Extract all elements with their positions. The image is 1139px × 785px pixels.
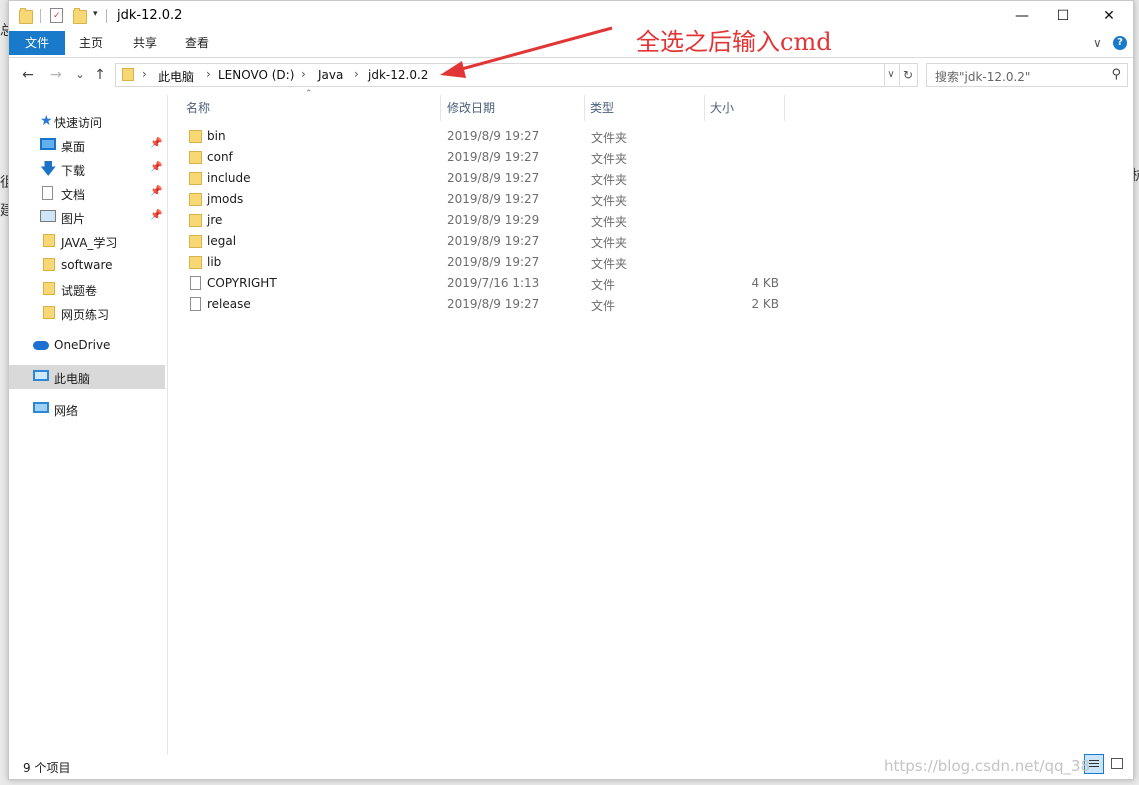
annotation-text: 全选之后输入cmd	[636, 28, 832, 56]
annotation-arrow	[440, 26, 613, 78]
watermark-text: https://blog.csdn.net/qq_38	[884, 757, 1091, 775]
